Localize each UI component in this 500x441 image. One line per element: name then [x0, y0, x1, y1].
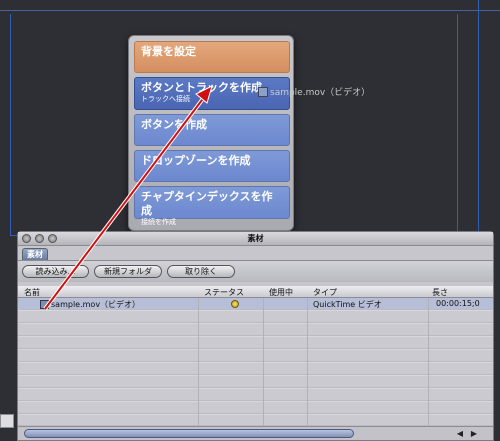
- column-divider: [263, 298, 264, 426]
- table-header: 名前 ステータス 使用中 タイプ 長さ: [18, 286, 493, 298]
- column-header-length[interactable]: 長さ: [432, 287, 448, 298]
- menu-item-sublabel: 接続を作成: [141, 218, 176, 226]
- scroll-right-icon[interactable]: ▶: [468, 429, 480, 438]
- column-divider: [428, 298, 429, 426]
- table-row-empty: [18, 402, 493, 414]
- table-row-empty: [18, 337, 493, 349]
- status-indicator-icon: [231, 300, 239, 308]
- canvas-top-edge: [0, 10, 500, 11]
- table-row-empty: [18, 350, 493, 362]
- tab-strip: 素材: [18, 246, 493, 260]
- table-row[interactable]: sample.mov（ビデオ） QuickTime ビデオ 00:00:15;0: [18, 298, 493, 310]
- table-row-empty: [18, 415, 493, 426]
- menu-item-label: チャプタインデックスを作成: [141, 190, 273, 217]
- row-length: 00:00:15;0: [436, 299, 480, 308]
- remove-button[interactable]: 取り除く: [167, 265, 235, 278]
- menu-item-create-dropzone[interactable]: ドロップゾーンを作成: [134, 150, 290, 182]
- menu-item-label: 背景を設定: [141, 45, 196, 58]
- menu-item-set-background[interactable]: 背景を設定: [134, 41, 290, 73]
- table-row-empty: [18, 389, 493, 401]
- menu-item-create-button[interactable]: ボタンを作成: [134, 114, 290, 146]
- new-folder-button[interactable]: 新規フォルダ: [94, 265, 162, 278]
- drag-badge: sample.mov（ビデオ）: [258, 85, 370, 98]
- menu-item-label: ボタンを作成: [141, 118, 207, 131]
- column-header-name[interactable]: 名前: [24, 287, 40, 298]
- horizontal-scrollbar[interactable]: ◀ ▶: [18, 426, 493, 440]
- movie-file-icon: [40, 300, 49, 309]
- column-divider: [198, 298, 199, 426]
- row-type: QuickTime ビデオ: [313, 300, 382, 309]
- tab-assets[interactable]: 素材: [22, 248, 48, 260]
- drag-badge-label: sample.mov（ビデオ）: [270, 88, 371, 98]
- table-row-empty: [18, 324, 493, 336]
- assets-table: 名前 ステータス 使用中 タイプ 長さ sample.mov（ビデオ） Quic…: [18, 286, 493, 426]
- table-row-empty: [18, 376, 493, 388]
- clip-icon: [258, 86, 268, 97]
- assets-window: 素材 素材 読み込み… 新規フォルダ 取り除く 名前 ステータス 使用中 タイプ…: [17, 231, 494, 441]
- row-name: sample.mov（ビデオ）: [40, 299, 140, 310]
- window-title: 素材: [247, 234, 264, 243]
- column-header-status[interactable]: ステータス: [204, 287, 244, 298]
- scroll-left-icon[interactable]: ◀: [454, 429, 466, 438]
- menu-item-create-chapter-index[interactable]: チャプタインデックスを作成 接続を作成: [134, 186, 290, 226]
- table-row-empty: [18, 311, 493, 323]
- column-header-in-use[interactable]: 使用中: [269, 287, 293, 298]
- import-button[interactable]: 読み込み…: [22, 265, 89, 278]
- window-titlebar[interactable]: 素材: [18, 232, 493, 246]
- scrollbar-thumb[interactable]: [24, 429, 354, 438]
- menu-item-label: ドロップゾーンを作成: [141, 154, 251, 167]
- column-header-type[interactable]: タイプ: [313, 287, 337, 298]
- canvas-right-edge: [478, 0, 479, 232]
- background-window-edge: [0, 414, 14, 428]
- table-row-empty: [18, 363, 493, 375]
- menu-item-label: ボタンとトラックを作成: [141, 81, 262, 94]
- window-toolbar: 読み込み… 新規フォルダ 取り除く: [18, 260, 493, 282]
- row-name-text: sample.mov（ビデオ）: [51, 300, 141, 309]
- drop-palette: 背景を設定 ボタンとトラックを作成 トラックへ接続 ボタンを作成 ドロップゾーン…: [128, 35, 294, 231]
- column-divider: [307, 298, 308, 426]
